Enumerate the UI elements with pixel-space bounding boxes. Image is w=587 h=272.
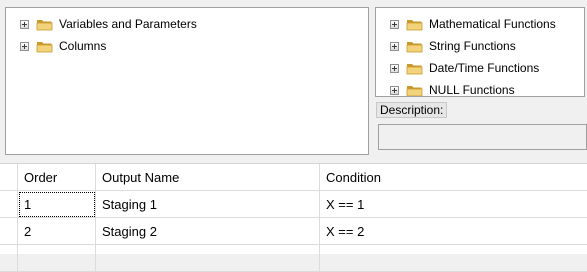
row-header[interactable] [0,245,18,272]
folder-icon [406,63,423,74]
functions-tree[interactable]: Mathematical Functions String Functions … [375,7,585,97]
expand-icon[interactable] [390,85,399,95]
table-cell-order[interactable]: 1 [18,191,96,218]
expand-icon[interactable] [20,41,29,51]
table-cell-order[interactable]: 2 [18,218,96,245]
table-cell-output-name[interactable]: Staging 1 [96,191,320,218]
table-cell-order[interactable] [18,245,96,272]
row-header[interactable] [0,191,18,218]
row-header-corner [0,164,18,191]
folder-icon [406,41,423,52]
expand-icon[interactable] [390,63,399,73]
conditions-grid[interactable]: Order Output Name Condition 1 Staging 1 … [0,163,587,272]
table-cell-output-name[interactable]: Staging 2 [96,218,320,245]
folder-icon [36,19,53,30]
description-box [378,124,587,150]
tree-node-variables-parameters[interactable]: Variables and Parameters [20,15,197,33]
tree-node-null-functions[interactable]: NULL Functions [390,81,515,97]
tree-node-label: Mathematical Functions [429,17,556,31]
tree-node-label: Columns [59,39,107,53]
column-header-order[interactable]: Order [18,164,96,191]
row-header[interactable] [0,218,18,245]
tree-node-mathematical-functions[interactable]: Mathematical Functions [390,15,556,33]
expand-icon[interactable] [390,19,399,29]
column-header-output-name[interactable]: Output Name [96,164,320,191]
tree-node-datetime-functions[interactable]: Date/Time Functions [390,59,539,77]
column-header-condition[interactable]: Condition [320,164,587,191]
tree-node-label: Date/Time Functions [429,61,540,75]
folder-icon [406,85,423,96]
tree-node-string-functions[interactable]: String Functions [390,37,516,55]
tree-node-label: Variables and Parameters [59,17,197,31]
folder-icon [406,19,423,30]
expand-icon[interactable] [390,41,399,51]
tree-node-label: String Functions [429,39,516,53]
tree-node-columns[interactable]: Columns [20,37,106,55]
tree-node-label: NULL Functions [429,83,515,97]
table-cell-condition[interactable]: X == 2 [320,218,587,245]
expand-icon[interactable] [20,19,29,29]
table-cell-condition[interactable] [320,245,587,272]
description-label: Description: [376,102,448,118]
table-cell-condition[interactable]: X == 1 [320,191,587,218]
folder-icon [36,41,53,52]
table-cell-output-name[interactable] [96,245,320,272]
variables-columns-tree[interactable]: Variables and Parameters Columns [5,7,369,155]
